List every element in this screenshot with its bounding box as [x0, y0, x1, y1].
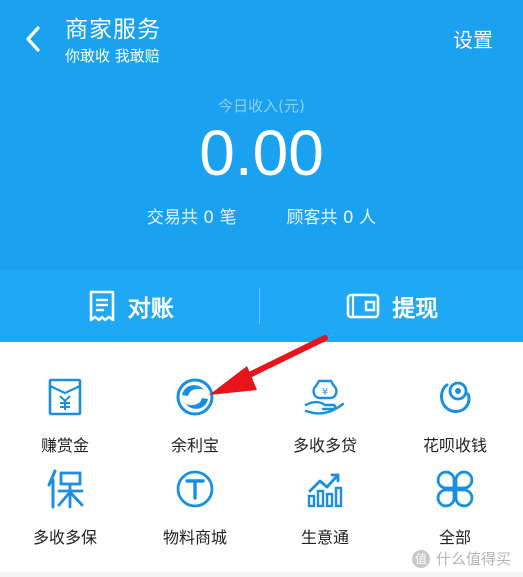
watermark-badge: 值: [411, 549, 430, 568]
service-item-insurance[interactable]: 多收多保: [0, 464, 130, 564]
back-button[interactable]: [18, 22, 48, 56]
watermark-text: 什么值得买: [435, 550, 511, 568]
service-label: 余利宝: [170, 436, 219, 455]
page-subtitle: 你敢收 我敢赔: [65, 47, 160, 65]
service-label: 赚赏金: [40, 436, 89, 455]
income-label: 今日收入(元): [218, 97, 305, 115]
action-divider: [259, 288, 260, 324]
red-arrow-icon: [209, 335, 328, 395]
customers-count: 顾客共 0 人: [286, 208, 377, 228]
watermark: 值 什么值得买: [411, 548, 511, 569]
service-item-reward[interactable]: 赚赏金: [0, 372, 130, 472]
chevron-left-icon: [26, 26, 40, 52]
income-value: 0.00: [199, 117, 324, 189]
service-item-material-store[interactable]: 物料商城: [130, 464, 260, 564]
service-item-business[interactable]: 生意通: [260, 464, 390, 564]
settings-button[interactable]: 设置: [453, 24, 493, 53]
service-label: 生意通: [300, 528, 349, 547]
page-title: 商家服务: [65, 17, 161, 43]
service-label: 花呗收钱: [422, 436, 487, 455]
service-label: 物料商城: [162, 528, 227, 547]
transactions-count: 交易共 0 笔: [146, 208, 237, 228]
receipt-icon: [89, 290, 115, 322]
all-services-icon: [436, 470, 474, 508]
reconcile-label: 对账: [127, 296, 174, 322]
business-chart-icon: [307, 473, 343, 508]
service-label: 全部: [438, 528, 471, 547]
huabei-icon: [440, 381, 471, 413]
stats-row: 交易共 0 笔 顾客共 0 人: [0, 203, 523, 228]
reward-envelope-icon: [48, 378, 82, 416]
service-label: 多收多保: [32, 528, 97, 547]
service-item-huabei[interactable]: 花呗收钱: [390, 372, 520, 472]
material-store-icon: [176, 470, 214, 508]
header: 商家服务 你敢收 我敢赔 设置 今日收入(元) 0.00 交易共 0 笔 顾客共…: [0, 0, 523, 270]
service-label: 多收多贷: [292, 436, 357, 455]
wallet-icon: [346, 293, 380, 319]
withdraw-label: 提现: [392, 296, 439, 322]
insurance-icon: [47, 469, 84, 509]
